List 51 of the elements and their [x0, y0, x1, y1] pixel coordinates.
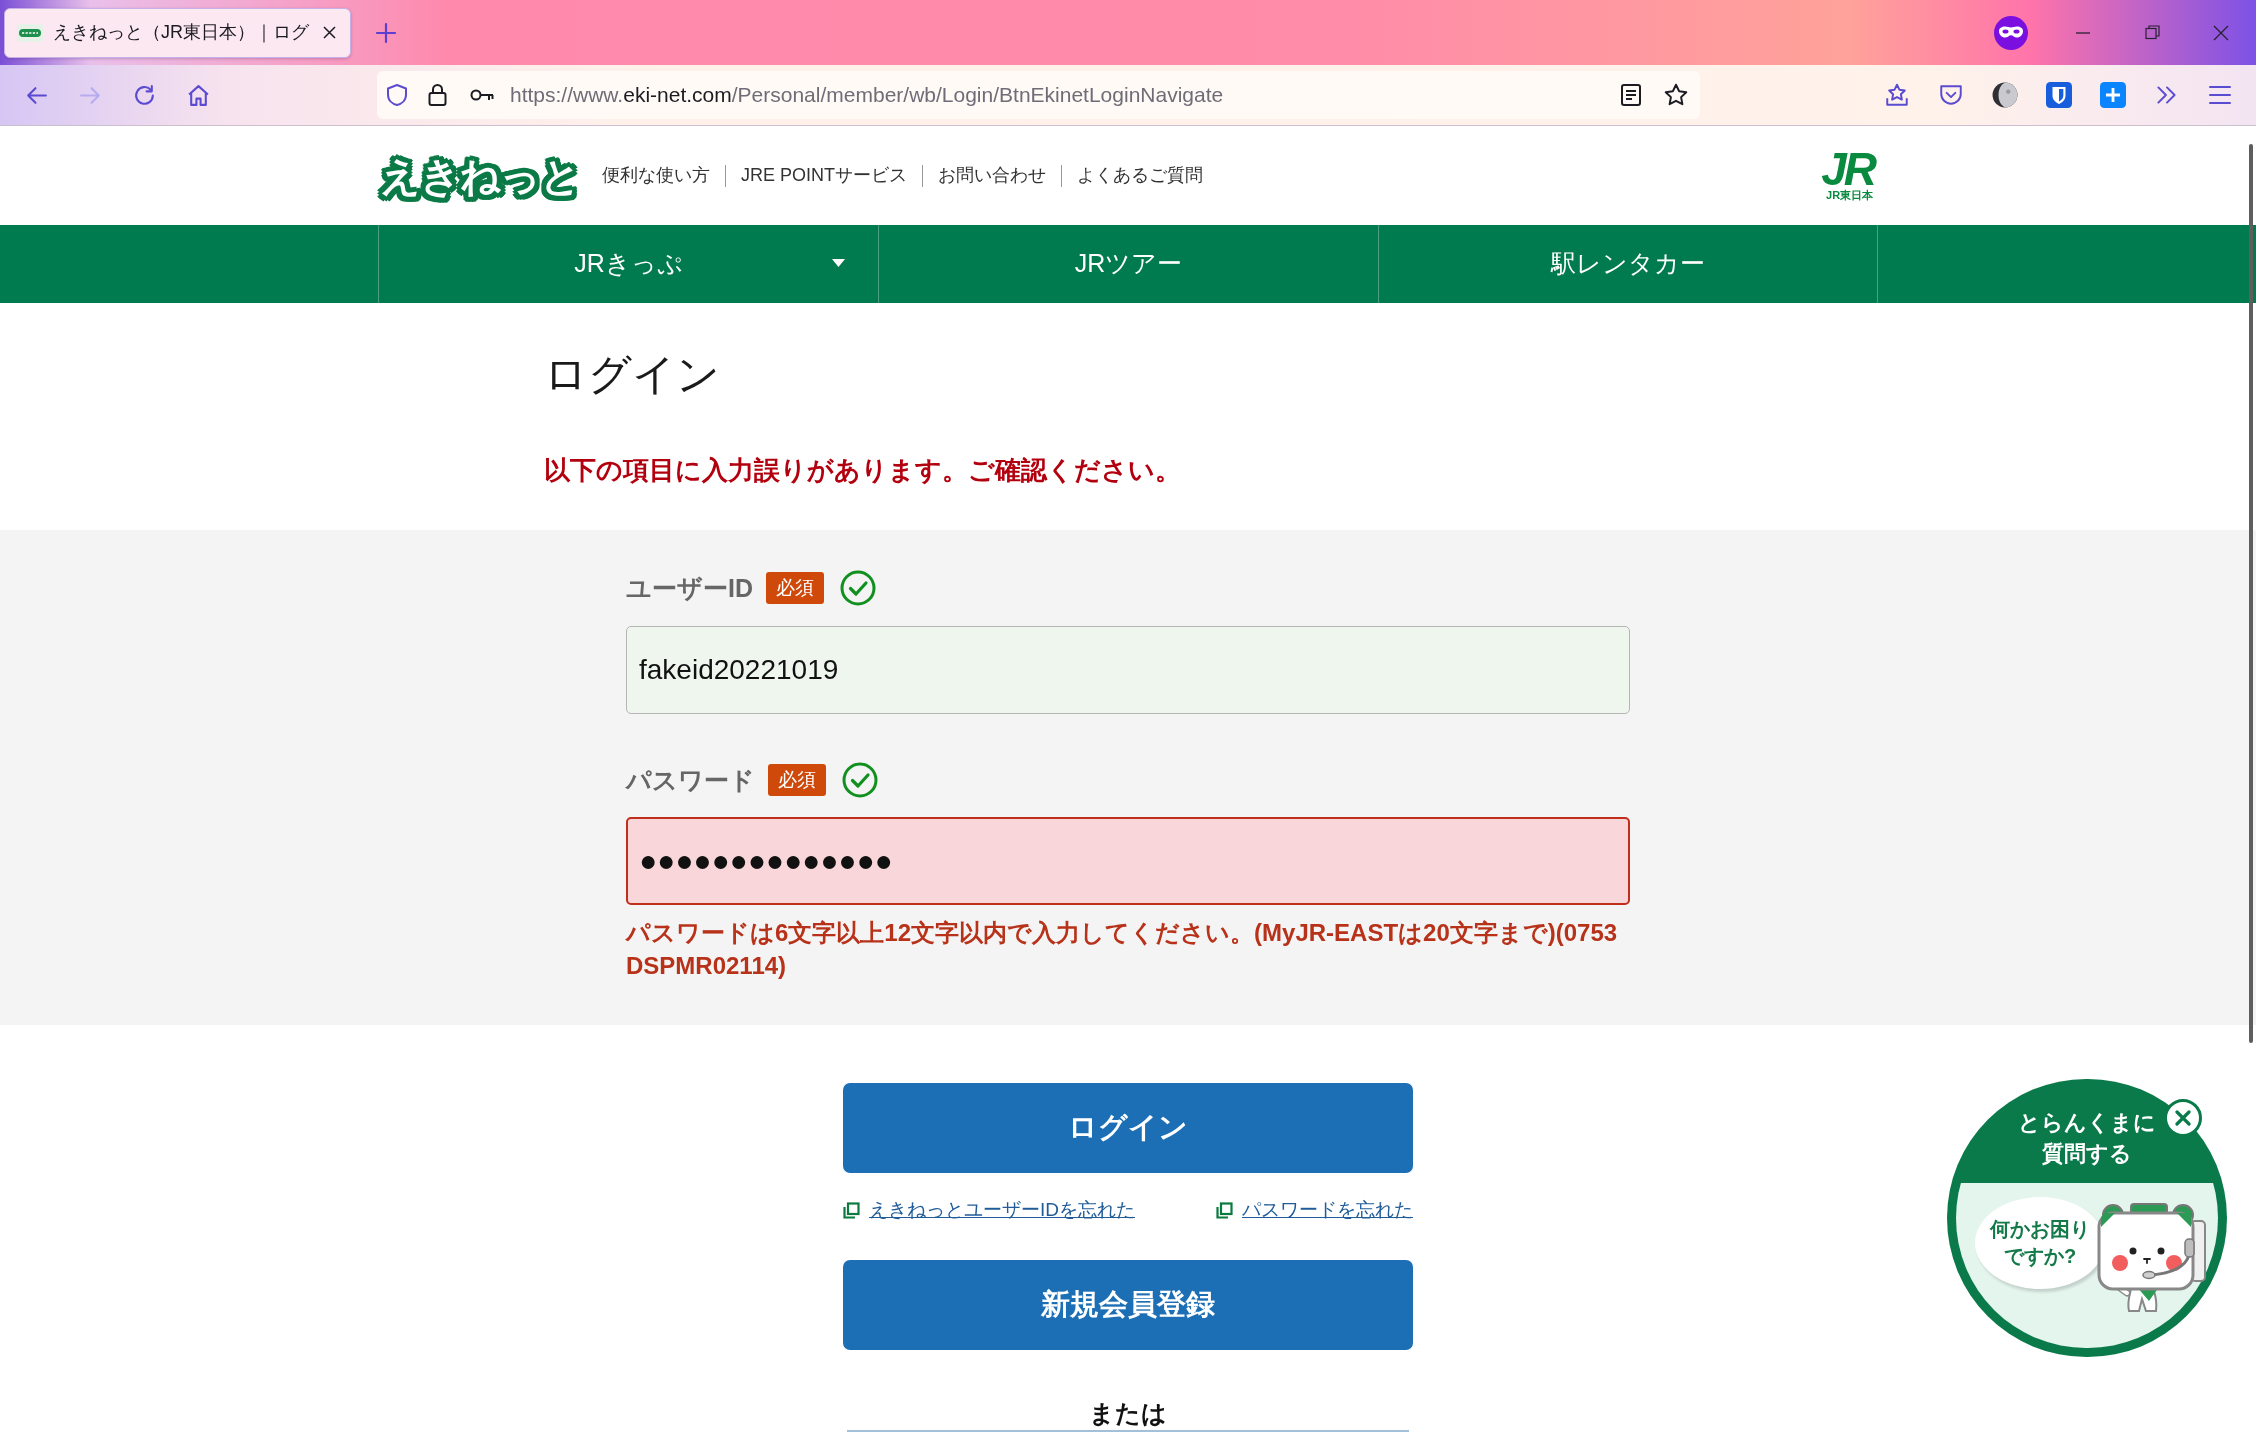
shield-icon[interactable] [386, 83, 408, 107]
menu-icon[interactable] [2208, 84, 2232, 106]
login-button[interactable]: ログイン [843, 1083, 1413, 1173]
widget-title: とらんくまに [2018, 1109, 2156, 1137]
chat-widget[interactable]: とらんくまに 質問する 何かお困り ですか? [1947, 1079, 2227, 1357]
chevron-badge-icon[interactable] [1938, 82, 1964, 108]
header-link[interactable]: よくあるご質問 [1077, 162, 1203, 189]
widget-title: 質問する [2042, 1140, 2132, 1168]
shield-tile-icon[interactable] [2046, 82, 2072, 108]
link[interactable]: えきねっとユーザーIDを忘れた [869, 1197, 1135, 1223]
restore-icon[interactable] [2145, 25, 2160, 40]
caret-icon [832, 259, 845, 267]
brand-mark: JR [1821, 149, 1876, 189]
bookmark-star-icon[interactable] [1663, 82, 1689, 108]
plus-tile-icon[interactable] [2100, 82, 2126, 108]
input-field[interactable]: ●●●●●●●●●●●●●● [626, 817, 1630, 905]
header-link[interactable]: お問い合わせ [938, 162, 1046, 189]
plus-icon[interactable] [375, 21, 397, 44]
star-tray-icon[interactable] [1884, 82, 1910, 108]
site-logo[interactable]: えきねっと [372, 145, 588, 206]
nav-tab[interactable]: JRツアー [878, 225, 1378, 303]
page-title: ログイン [544, 349, 721, 400]
reload-icon[interactable] [132, 82, 157, 108]
error-message: パスワードは6文字以上12文字以内で入力してください。(MyJR-EASTは20文字まで)(0753DSPMR02114) [626, 918, 1619, 981]
moon-icon[interactable] [1992, 82, 2018, 108]
separator-label: または [1089, 1398, 1167, 1428]
error-summary: 以下の項目に入力誤りがあります。ご確認ください。 [544, 454, 1182, 487]
input-field[interactable]: fakeid20221019 [626, 626, 1630, 714]
header-link[interactable]: JRE POINTサービス [741, 162, 907, 189]
nav-tab[interactable]: JRきっぷ [378, 225, 878, 303]
required-badge: 必須 [768, 764, 826, 796]
home-icon[interactable] [186, 82, 211, 108]
external-link-icon [1216, 1201, 1233, 1219]
reader-view-icon[interactable] [1620, 83, 1642, 107]
header-link[interactable]: 便利な使い方 [602, 162, 710, 189]
key-icon[interactable] [470, 88, 494, 102]
nav-tab[interactable]: 駅レンタカー [1378, 225, 1878, 303]
field-label: ユーザーID [626, 573, 753, 604]
address-bar[interactable]: https://www.eki-net.com/Personal/member/wb/Login/BtnEkinetLoginNavigate [377, 71, 1700, 119]
required-badge: 必須 [766, 572, 824, 604]
register-button[interactable]: 新規会員登録 [843, 1260, 1413, 1350]
lock-icon[interactable] [428, 83, 447, 107]
mask-icon [1994, 15, 2028, 50]
close-icon[interactable] [323, 26, 336, 39]
browser-tab[interactable]: えきねっと（JR東日本）｜ログ [4, 7, 351, 58]
scrollbar-thumb[interactable] [2249, 144, 2253, 1043]
field-label: パスワード [626, 765, 755, 796]
external-link-icon [843, 1201, 860, 1219]
brand-caption: JR東日本 [1826, 189, 1874, 202]
link[interactable]: パスワードを忘れた [1242, 1197, 1413, 1223]
site-logo-icon [17, 23, 43, 42]
